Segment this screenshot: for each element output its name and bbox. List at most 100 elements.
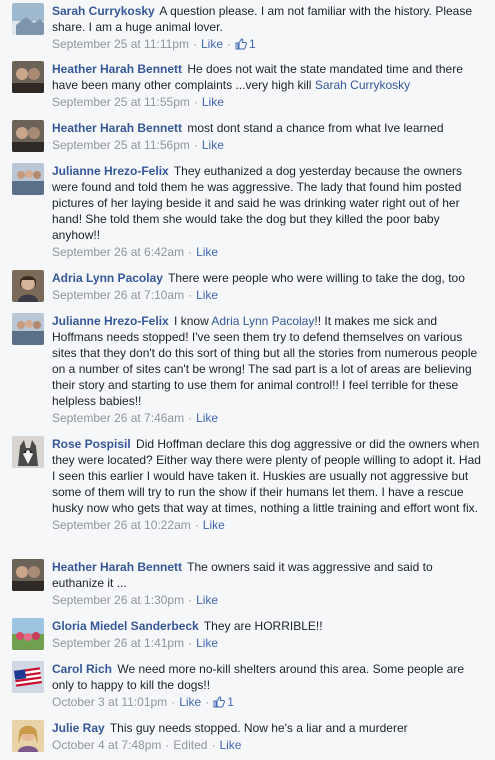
separator: ·	[188, 593, 193, 607]
like-count-value: 1	[227, 695, 234, 709]
comment-meta: September 26 at 1:30pm · Like	[52, 592, 487, 608]
comment-meta: September 26 at 1:41pm · Like	[52, 635, 487, 651]
avatar[interactable]	[12, 436, 44, 468]
comment-message: I know	[174, 314, 209, 328]
comment-thread: Sarah Currykosky A question please. I am…	[0, 0, 495, 760]
avatar[interactable]	[12, 3, 44, 35]
like-count-value: 1	[249, 37, 256, 51]
comment-meta: September 26 at 7:46am · Like	[52, 410, 487, 426]
like-button[interactable]: Like	[196, 635, 218, 651]
avatar[interactable]	[12, 661, 44, 693]
comment-timestamp[interactable]: September 26 at 1:41pm	[52, 635, 184, 651]
separator: ·	[205, 695, 210, 709]
like-button[interactable]: Like	[179, 694, 201, 710]
comment-message: They are HORRIBLE!!	[203, 619, 323, 633]
like-button[interactable]: Like	[202, 137, 224, 153]
avatar[interactable]	[12, 720, 44, 752]
separator: ·	[188, 636, 193, 650]
avatar[interactable]	[12, 559, 44, 591]
comment-text: Julianne Hrezo-Felix They euthanized a d…	[52, 163, 487, 243]
like-button[interactable]: Like	[201, 36, 223, 52]
comment-timestamp[interactable]: September 25 at 11:11pm	[52, 36, 189, 52]
comment-mention[interactable]: Adria Lynn Pacolay	[211, 314, 314, 328]
comment-meta: October 4 at 7:48pm · Edited · Like	[52, 737, 487, 753]
comment-body: Adria Lynn Pacolay There were people who…	[52, 270, 487, 303]
comment-body: Julianne Hrezo-Felix They euthanized a d…	[52, 163, 487, 260]
comment: Julie Ray This guy needs stopped. Now he…	[0, 717, 495, 760]
comment: Rose Pospisil Did Hoffman declare this d…	[0, 433, 495, 556]
comment: Julianne Hrezo-Felix I know Adria Lynn P…	[0, 310, 495, 433]
avatar[interactable]	[12, 120, 44, 152]
comment-body: Sarah Currykosky A question please. I am…	[52, 3, 487, 52]
comment-author[interactable]: Julianne Hrezo-Felix	[52, 314, 169, 328]
comment-body: Julianne Hrezo-Felix I know Adria Lynn P…	[52, 313, 487, 426]
like-button[interactable]: Like	[196, 410, 218, 426]
like-count[interactable]: 1	[213, 694, 234, 710]
comment-author[interactable]: Heather Harah Bennett	[52, 560, 182, 574]
comment-body: Gloria Miedel Sanderbeck They are HORRIB…	[52, 618, 487, 651]
like-button[interactable]: Like	[196, 287, 218, 303]
avatar[interactable]	[12, 270, 44, 302]
comment-body: Rose Pospisil Did Hoffman declare this d…	[52, 436, 487, 533]
comment-meta: September 26 at 6:42am · Like	[52, 244, 487, 260]
comment-author[interactable]: Heather Harah Bennett	[52, 121, 182, 135]
comment-text: Julianne Hrezo-Felix I know Adria Lynn P…	[52, 313, 487, 409]
comment: Julianne Hrezo-Felix They euthanized a d…	[0, 160, 495, 267]
separator: ·	[227, 37, 231, 51]
like-button[interactable]: Like	[196, 592, 218, 608]
separator: ·	[188, 245, 193, 259]
comment-author[interactable]: Heather Harah Bennett	[52, 62, 182, 76]
comment: Heather Harah Bennett He does not wait t…	[0, 58, 495, 117]
comment-author[interactable]: Sarah Currykosky	[52, 4, 155, 18]
avatar[interactable]	[12, 61, 44, 93]
comment-timestamp[interactable]: September 25 at 11:55pm	[52, 94, 190, 110]
comment-message: We need more no-kill shelters around thi…	[52, 662, 464, 692]
comment: Carol Rich We need more no-kill shelters…	[0, 658, 495, 717]
comment-author[interactable]: Julianne Hrezo-Felix	[52, 164, 169, 178]
comment-author[interactable]: Julie Ray	[52, 721, 105, 735]
comment-text: Sarah Currykosky A question please. I am…	[52, 3, 487, 35]
comment-meta: September 25 at 11:55pm · Like	[52, 94, 487, 110]
comment-timestamp[interactable]: September 26 at 1:30pm	[52, 592, 184, 608]
comment-mention[interactable]: Sarah Currykosky	[315, 78, 410, 92]
comment-author[interactable]: Carol Rich	[52, 662, 112, 676]
separator: ·	[193, 138, 198, 152]
comment-author[interactable]: Adria Lynn Pacolay	[52, 271, 163, 285]
comment-text: Rose Pospisil Did Hoffman declare this d…	[52, 436, 487, 516]
separator: ·	[188, 288, 193, 302]
comment-text: Julie Ray This guy needs stopped. Now he…	[52, 720, 487, 736]
edited-label[interactable]: Edited	[173, 737, 207, 753]
avatar[interactable]	[12, 163, 44, 195]
comment-timestamp[interactable]: September 26 at 7:10am	[52, 287, 184, 303]
separator: ·	[194, 518, 199, 532]
like-button[interactable]: Like	[203, 517, 225, 533]
comment-timestamp[interactable]: October 4 at 7:48pm	[52, 737, 161, 753]
comment-timestamp[interactable]: September 26 at 10:22am	[52, 517, 191, 533]
comment-meta: October 3 at 11:01pm · Like · 1	[52, 694, 487, 710]
comment-text: Gloria Miedel Sanderbeck They are HORRIB…	[52, 618, 487, 634]
comment-author[interactable]: Gloria Miedel Sanderbeck	[52, 619, 199, 633]
comment-meta: September 25 at 11:11pm · Like · 1	[52, 36, 487, 52]
like-count[interactable]: 1	[235, 36, 256, 52]
comment-timestamp[interactable]: September 26 at 7:46am	[52, 410, 184, 426]
comment-author[interactable]: Rose Pospisil	[52, 437, 131, 451]
comment: Heather Harah Bennett most dont stand a …	[0, 117, 495, 160]
comment: Sarah Currykosky A question please. I am…	[0, 0, 495, 58]
thumbs-up-icon	[235, 38, 247, 50]
separator: ·	[171, 695, 176, 709]
separator: ·	[192, 37, 197, 51]
like-button[interactable]: Like	[219, 737, 241, 753]
separator: ·	[165, 738, 170, 752]
comment-meta: September 26 at 7:10am · Like	[52, 287, 487, 303]
comment-timestamp[interactable]: October 3 at 11:01pm	[52, 694, 167, 710]
comment-timestamp[interactable]: September 25 at 11:56pm	[52, 137, 190, 153]
avatar[interactable]	[12, 313, 44, 345]
comment-timestamp[interactable]: September 26 at 6:42am	[52, 244, 184, 260]
like-button[interactable]: Like	[202, 94, 224, 110]
separator: ·	[188, 411, 193, 425]
comment-body: Carol Rich We need more no-kill shelters…	[52, 661, 487, 710]
avatar[interactable]	[12, 618, 44, 650]
comment-meta: September 26 at 10:22am · Like	[52, 517, 487, 533]
comment: Gloria Miedel Sanderbeck They are HORRIB…	[0, 615, 495, 658]
like-button[interactable]: Like	[196, 244, 218, 260]
